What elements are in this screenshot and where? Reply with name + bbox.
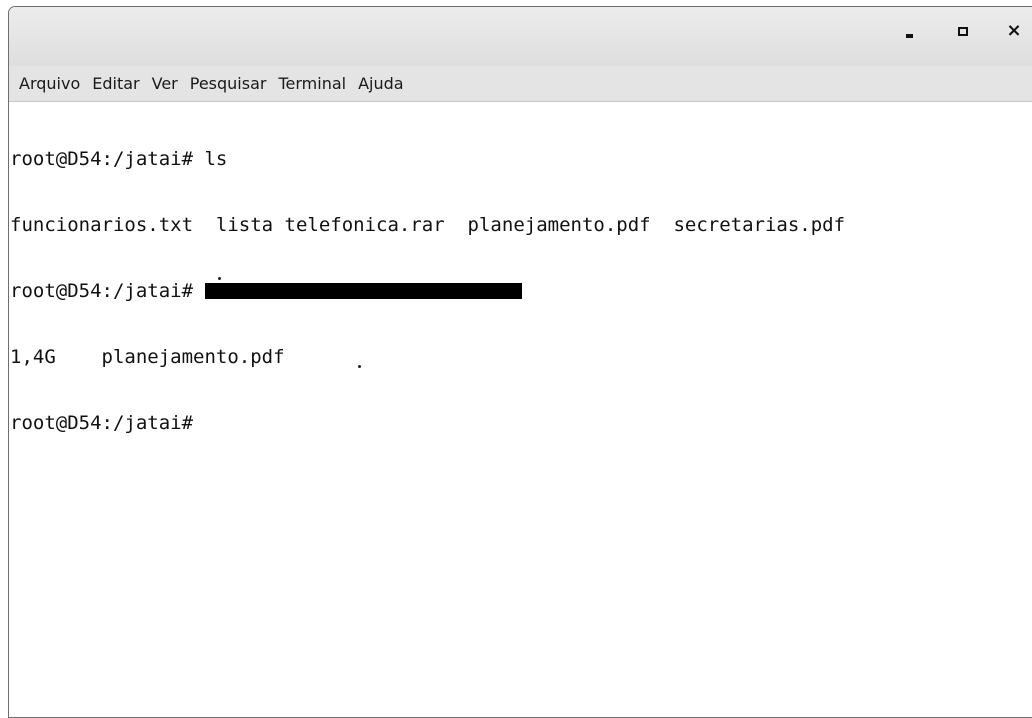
terminal-line: root@D54:/jatai#: [10, 412, 845, 434]
prompt: root@D54:/jatai#: [10, 280, 194, 302]
menu-item-ver[interactable]: Ver: [147, 70, 183, 97]
menu-item-pesquisar[interactable]: Pesquisar: [185, 70, 272, 97]
maximize-button[interactable]: [946, 17, 980, 45]
title-bar[interactable]: ×: [9, 7, 1032, 66]
prompt: root@D54:/jatai#: [10, 148, 194, 170]
close-button[interactable]: ×: [997, 17, 1031, 45]
output-text: 1,4G planejamento.pdf: [10, 346, 285, 368]
minimize-icon: [905, 34, 913, 38]
terminal-window: × Arquivo Editar Ver Pesquisar Terminal …: [8, 6, 1032, 718]
terminal-line: root@D54:/jatai# ls: [10, 148, 845, 170]
prompt: root@D54:/jatai#: [10, 412, 194, 434]
maximize-icon: [958, 26, 968, 36]
speck-dot: [358, 365, 361, 368]
menu-bar: Arquivo Editar Ver Pesquisar Terminal Aj…: [9, 66, 1032, 102]
menu-item-editar[interactable]: Editar: [87, 70, 144, 97]
terminal-output: root@D54:/jatai# ls funcionarios.txt lis…: [10, 104, 845, 478]
terminal-line: root@D54:/jatai#: [10, 280, 845, 302]
terminal-line: funcionarios.txt lista telefonica.rar pl…: [10, 214, 845, 236]
menu-item-terminal[interactable]: Terminal: [273, 70, 351, 97]
close-icon: ×: [1006, 20, 1022, 41]
minimize-button[interactable]: [892, 17, 926, 45]
output-text: funcionarios.txt lista telefonica.rar pl…: [10, 214, 846, 236]
terminal-line: 1,4G planejamento.pdf: [10, 346, 845, 368]
command: ls: [193, 148, 228, 170]
terminal-area[interactable]: root@D54:/jatai# ls funcionarios.txt lis…: [9, 102, 1032, 717]
menu-item-ajuda[interactable]: Ajuda: [353, 70, 409, 97]
redaction-bar: [205, 283, 523, 299]
menu-item-arquivo[interactable]: Arquivo: [14, 70, 85, 97]
speck-dot: [218, 277, 221, 280]
